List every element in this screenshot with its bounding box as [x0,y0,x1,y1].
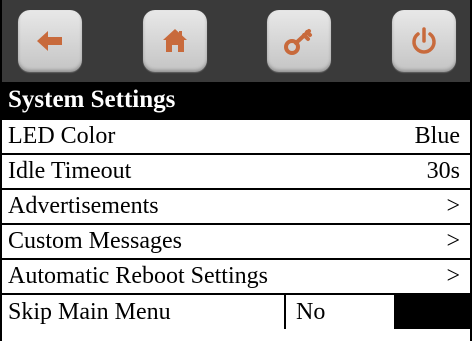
key-icon [284,29,313,55]
setting-row-automatic-reboot[interactable]: Automatic Reboot Settings > [2,258,470,293]
setting-label: Automatic Reboot Settings [8,263,268,289]
power-button[interactable] [391,10,456,72]
setting-label: LED Color [8,123,116,149]
page-title: System Settings [2,82,470,118]
chevron-right-icon: > [446,193,460,219]
setting-value: 30s [426,158,460,184]
empty-cell [394,295,470,329]
back-arrow-icon [37,31,62,51]
chevron-right-icon: > [446,263,460,289]
chevron-right-icon: > [446,228,460,254]
setting-row-custom-messages[interactable]: Custom Messages > [2,223,470,258]
setting-label: Advertisements [8,193,159,219]
home-button[interactable] [142,10,207,72]
setting-row-idle-timeout[interactable]: Idle Timeout 30s [2,153,470,188]
setting-label: Idle Timeout [8,158,132,184]
setting-row-led-color[interactable]: LED Color Blue [2,118,470,153]
power-icon [412,27,436,54]
setting-label: Skip Main Menu [2,295,286,329]
settings-screen: System Settings LED Color Blue Idle Time… [0,0,472,341]
setting-label: Custom Messages [8,228,182,254]
setting-value: Blue [414,123,460,149]
back-button[interactable] [18,10,82,72]
home-icon [162,29,187,52]
setting-value[interactable]: No [286,295,394,329]
key-button[interactable] [267,10,332,72]
toolbar [2,0,470,82]
setting-row-skip-main-menu[interactable]: Skip Main Menu No [2,293,470,329]
setting-row-advertisements[interactable]: Advertisements > [2,188,470,223]
